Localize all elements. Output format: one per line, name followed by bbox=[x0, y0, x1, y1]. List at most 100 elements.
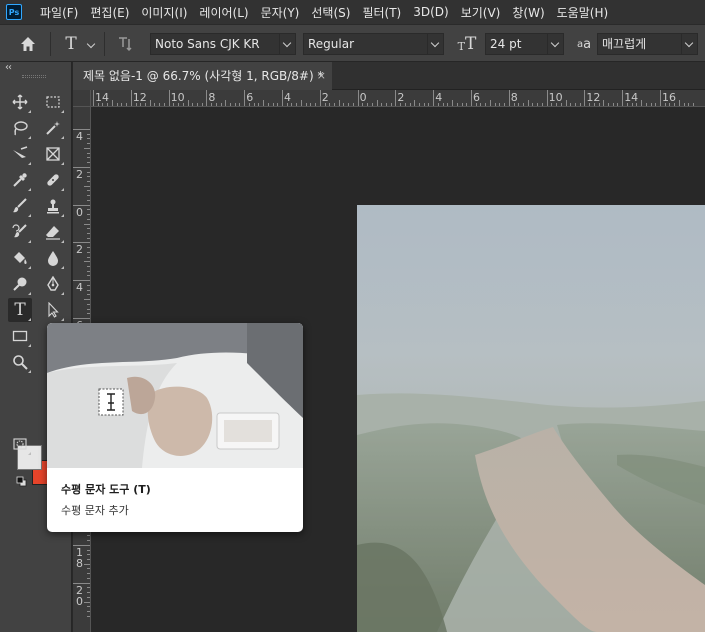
ruler-tick bbox=[419, 103, 421, 106]
ruler-tick bbox=[87, 176, 90, 178]
font-size-value: 24 pt bbox=[490, 37, 522, 51]
menu-view[interactable]: 보기(V) bbox=[455, 4, 507, 21]
document-tab[interactable]: 제목 없음-1 @ 66.7% (사각형 1, RGB/8#) * × bbox=[73, 62, 332, 90]
horizontal-ruler[interactable]: 14 12 10 8 6 4 2 0 2 4 6 8 10 12 14 16 bbox=[91, 90, 705, 107]
ruler-tick bbox=[650, 103, 652, 106]
ruler-tick bbox=[87, 195, 90, 197]
horizontal-type-tool[interactable]: T bbox=[8, 298, 32, 322]
path-selection-tool[interactable] bbox=[41, 298, 65, 322]
ruler-tick bbox=[574, 103, 576, 106]
healing-brush-tool[interactable] bbox=[41, 168, 65, 192]
menu-file[interactable]: 파일(F) bbox=[34, 4, 84, 21]
pen-tool[interactable] bbox=[41, 272, 65, 296]
font-style-value: Regular bbox=[308, 37, 355, 51]
eraser-tool[interactable] bbox=[41, 220, 65, 244]
ruler-tick bbox=[693, 103, 695, 106]
history-brush-tool[interactable] bbox=[8, 220, 32, 244]
ruler-tick bbox=[664, 103, 666, 106]
font-family-select[interactable]: Noto Sans CJK KR bbox=[150, 33, 296, 55]
ruler-tick bbox=[168, 90, 170, 106]
ruler-tick bbox=[84, 261, 90, 263]
menu-type[interactable]: 문자(Y) bbox=[255, 4, 306, 21]
ruler-tick bbox=[87, 568, 90, 570]
brush-tool[interactable] bbox=[8, 194, 32, 218]
ruler-tick bbox=[87, 152, 90, 154]
separator bbox=[50, 32, 51, 56]
ruler-tick bbox=[93, 90, 94, 106]
ruler-label: 4 bbox=[76, 130, 83, 143]
ruler-tick bbox=[87, 270, 90, 272]
lasso-tool[interactable] bbox=[8, 116, 32, 140]
ruler-tick bbox=[475, 103, 477, 106]
ruler-tick bbox=[541, 103, 543, 106]
ruler-tick bbox=[612, 103, 614, 106]
antialias-select[interactable]: 매끄럽게 bbox=[597, 33, 698, 55]
ruler-tick bbox=[442, 103, 444, 106]
ruler-tick bbox=[87, 577, 90, 579]
menu-image[interactable]: 이미지(I) bbox=[135, 4, 193, 21]
tooltip-preview-image bbox=[47, 323, 303, 468]
antialias-icon-large: a bbox=[583, 36, 592, 52]
magic-wand-tool[interactable] bbox=[41, 116, 65, 140]
tooltip-description: 수평 문자 추가 bbox=[61, 504, 129, 517]
ruler-tick bbox=[305, 103, 307, 106]
ruler-tick bbox=[522, 103, 524, 106]
font-size-select[interactable]: 24 pt bbox=[485, 33, 564, 55]
menu-window[interactable]: 창(W) bbox=[506, 4, 550, 21]
font-style-select[interactable]: Regular bbox=[303, 33, 444, 55]
home-button[interactable] bbox=[16, 33, 40, 55]
ruler-tick bbox=[87, 535, 90, 537]
water-drop-icon bbox=[48, 251, 58, 266]
menu-edit[interactable]: 편집(E) bbox=[84, 4, 135, 21]
eyedropper-tool[interactable] bbox=[8, 168, 32, 192]
ruler-tick bbox=[381, 103, 383, 106]
ruler-tick bbox=[73, 544, 90, 546]
zoom-tool[interactable] bbox=[8, 350, 32, 374]
rectangle-tool[interactable] bbox=[8, 324, 32, 348]
collapse-panel-button[interactable]: ‹‹ bbox=[5, 62, 12, 73]
ruler-tick bbox=[87, 247, 90, 249]
ruler-tick bbox=[589, 103, 591, 106]
menu-help[interactable]: 도움말(H) bbox=[551, 4, 615, 21]
ruler-tick bbox=[154, 103, 156, 106]
ruler-tick bbox=[494, 103, 496, 106]
ruler-tick bbox=[291, 103, 293, 106]
quick-mask-icon bbox=[13, 438, 27, 450]
panel-grip-handle[interactable] bbox=[22, 75, 46, 78]
ruler-tick bbox=[87, 232, 90, 234]
ruler-tick bbox=[324, 103, 326, 106]
brush-icon bbox=[13, 198, 27, 213]
menu-layer[interactable]: 레이어(L) bbox=[193, 4, 254, 21]
menu-bar: Ps 파일(F) 편집(E) 이미지(I) 레이어(L) 문자(Y) 선택(S)… bbox=[0, 0, 705, 24]
ruler-tick bbox=[163, 103, 165, 106]
menu-3d[interactable]: 3D(D) bbox=[407, 5, 454, 19]
ruler-tick bbox=[367, 103, 369, 106]
document-image[interactable] bbox=[357, 205, 705, 632]
ruler-tick bbox=[678, 100, 680, 106]
ruler-tick bbox=[87, 610, 90, 612]
crop-slice-tool[interactable] bbox=[8, 142, 32, 166]
move-tool[interactable] bbox=[8, 90, 32, 114]
dodge-tool[interactable] bbox=[8, 272, 32, 296]
move-icon bbox=[12, 94, 28, 110]
quick-mask-button[interactable] bbox=[8, 432, 32, 456]
tool-preset-dropdown[interactable] bbox=[84, 33, 98, 55]
text-orientation-button[interactable] bbox=[114, 33, 136, 55]
paint-bucket-tool[interactable] bbox=[8, 246, 32, 270]
default-colors-button[interactable] bbox=[16, 476, 27, 487]
close-icon[interactable]: × bbox=[317, 62, 326, 90]
blur-tool[interactable] bbox=[41, 246, 65, 270]
menu-filter[interactable]: 필터(T) bbox=[356, 4, 407, 21]
ruler-tick bbox=[87, 294, 90, 296]
history-brush-icon bbox=[12, 224, 27, 238]
ruler-tick bbox=[196, 103, 198, 106]
marquee-tool[interactable] bbox=[41, 90, 65, 114]
ruler-tick bbox=[433, 90, 435, 106]
ruler-tick bbox=[593, 103, 595, 106]
menu-select[interactable]: 선택(S) bbox=[305, 4, 356, 21]
frame-tool[interactable] bbox=[41, 142, 65, 166]
clone-stamp-tool[interactable] bbox=[41, 194, 65, 218]
tool-preset-type-icon[interactable]: T bbox=[60, 33, 82, 55]
document-tab-title: 제목 없음-1 @ 66.7% (사각형 1, RGB/8#) * bbox=[83, 69, 324, 83]
ruler-origin[interactable] bbox=[73, 90, 91, 107]
